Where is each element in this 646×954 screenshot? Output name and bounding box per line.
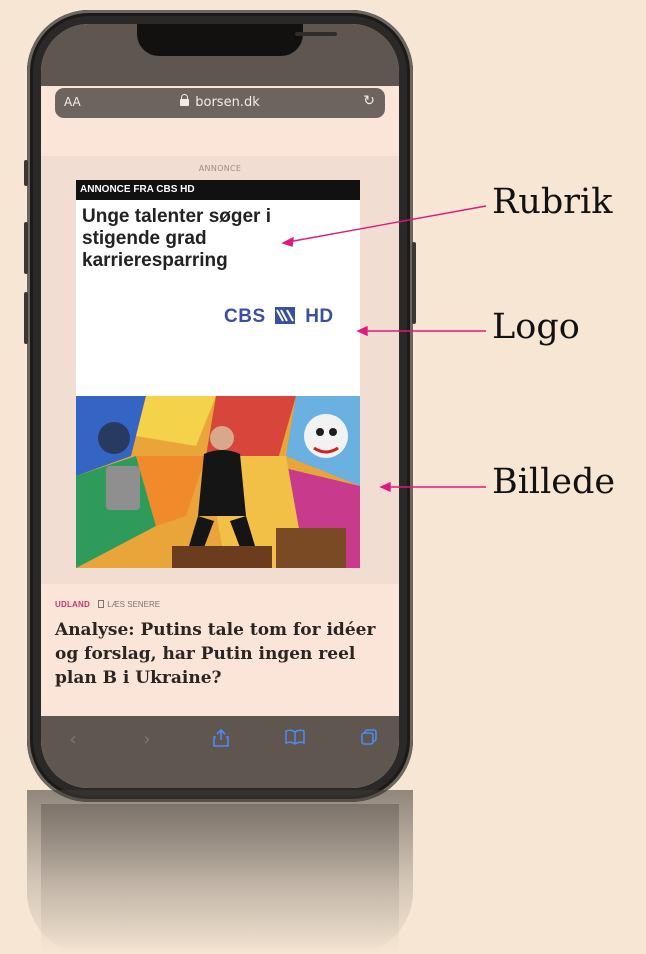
annotation-logo: Logo bbox=[492, 307, 580, 347]
annotation-rubrik: Rubrik bbox=[492, 182, 613, 222]
annotation-billede: Billede bbox=[492, 462, 616, 502]
